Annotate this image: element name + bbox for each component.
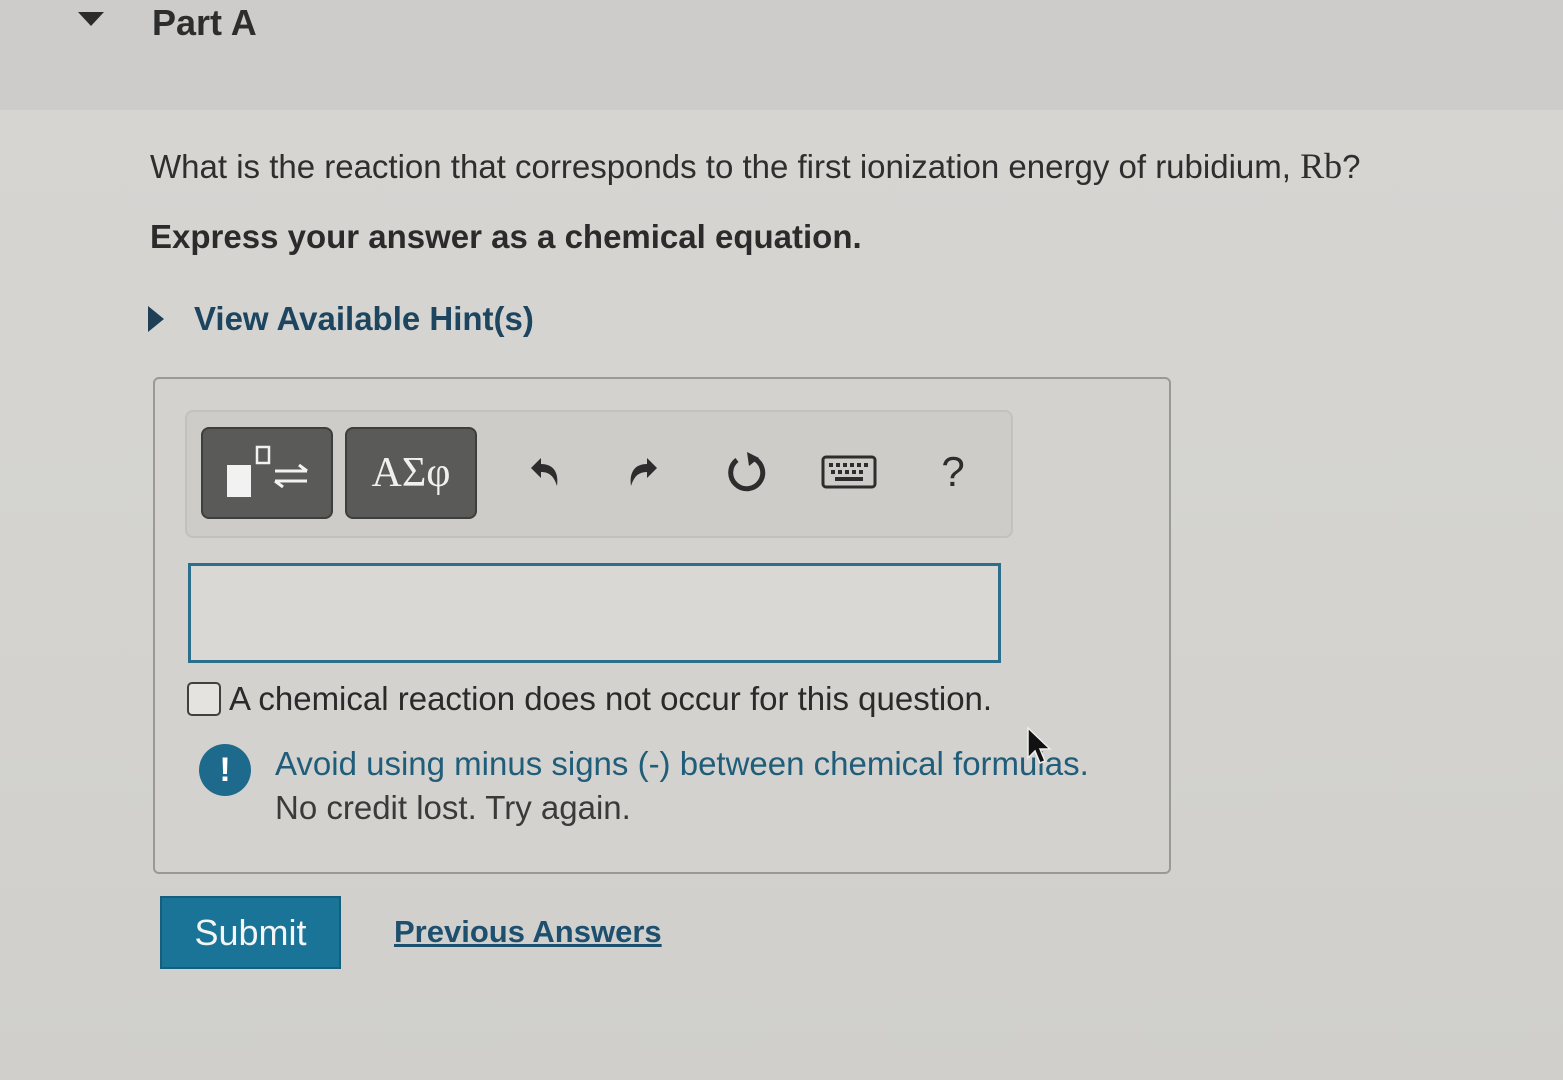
element-symbol: Rb (1300, 146, 1343, 186)
feedback-text: Avoid using minus signs (-) between chem… (275, 742, 1089, 830)
templates-icon (227, 445, 308, 497)
math-toolbar: ΑΣφ ? (185, 410, 1013, 538)
no-reaction-option[interactable]: A chemical reaction does not occur for t… (187, 680, 992, 718)
no-reaction-label: A chemical reaction does not occur for t… (229, 680, 993, 717)
redo-icon[interactable] (615, 442, 675, 502)
expand-arrow-icon (148, 306, 164, 332)
feedback-line-2: No credit lost. Try again. (275, 789, 631, 826)
warning-icon: ! (199, 744, 251, 796)
collapse-caret-icon[interactable] (78, 12, 104, 26)
answer-input[interactable] (188, 563, 1001, 663)
part-header: Part A (0, 0, 1563, 110)
templates-button[interactable] (201, 427, 333, 519)
question-text: What is the reaction that corresponds to… (150, 145, 1360, 187)
greek-symbols-button[interactable]: ΑΣφ (345, 427, 477, 519)
no-reaction-checkbox[interactable] (187, 682, 221, 716)
mouse-pointer-icon (1027, 726, 1052, 764)
feedback-message: ! Avoid using minus signs (-) between ch… (199, 742, 1089, 830)
previous-answers-link[interactable]: Previous Answers (394, 914, 662, 950)
keyboard-icon[interactable] (819, 442, 879, 502)
reset-icon[interactable] (717, 442, 777, 502)
question-body: What is the reaction that corresponds to… (150, 148, 1301, 185)
answer-instruction: Express your answer as a chemical equati… (150, 218, 862, 255)
view-hints-label: View Available Hint(s) (194, 300, 534, 337)
question-suffix: ? (1342, 148, 1361, 185)
help-icon[interactable]: ? (923, 442, 983, 502)
feedback-line-1: Avoid using minus signs (-) between chem… (275, 745, 1089, 782)
page: Part A What is the reaction that corresp… (0, 0, 1563, 1080)
submit-button[interactable]: Submit (160, 896, 341, 969)
undo-icon[interactable] (513, 442, 573, 502)
part-title: Part A (152, 2, 257, 43)
view-hints-toggle[interactable]: View Available Hint(s) (148, 300, 534, 338)
